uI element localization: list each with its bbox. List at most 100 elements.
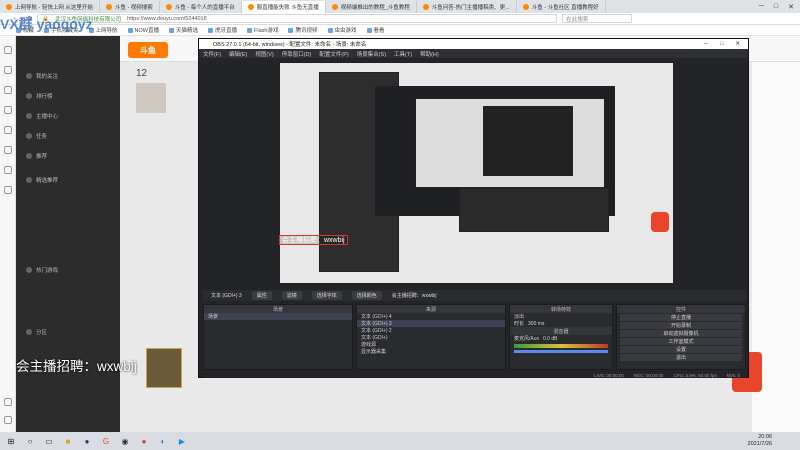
maximize-icon[interactable]: □ [720, 41, 723, 47]
nav-item[interactable]: 任务 [26, 130, 110, 142]
video-app-icon[interactable]: ▶ [175, 434, 189, 448]
transition-duration[interactable]: 时长 300 ms [510, 320, 612, 328]
close-icon[interactable]: ✕ [788, 3, 794, 11]
nav-item[interactable]: 推荐 [26, 150, 110, 162]
browser-tab[interactable]: 斗鱼 - 视频搜索 [100, 0, 160, 13]
history-icon[interactable] [4, 66, 12, 74]
tab-label: 服直播能失败 斗鱼无直播 [256, 4, 319, 11]
menu-file[interactable]: 文件(F) [203, 50, 221, 58]
nav-icon [26, 73, 32, 79]
stop-streaming-button[interactable]: 停止直播 [620, 314, 742, 321]
exit-button[interactable]: 退出 [620, 354, 742, 361]
minimize-icon[interactable]: ─ [759, 3, 764, 11]
windows-start-icon[interactable]: ⊞ [4, 434, 18, 448]
browser-icon[interactable]: ◐ [156, 434, 170, 448]
volume-slider[interactable] [514, 350, 608, 353]
toolbar-caption-field[interactable]: 会主播招聘：wxwbij [392, 292, 437, 299]
menu-profile[interactable]: 配置文件(P) [319, 50, 348, 58]
source-item[interactable]: 显示器采集 [357, 348, 505, 355]
browser-tab[interactable]: 斗鱼 - 每个人的直播平台 [160, 0, 242, 13]
menu-help[interactable]: 帮助(H) [420, 50, 439, 58]
source-item[interactable]: 文本 (GDI+) [357, 334, 505, 341]
menu-view[interactable]: 视图(V) [255, 50, 273, 58]
font-button[interactable]: 选择字体 [311, 291, 342, 300]
douyu-logo[interactable]: 斗鱼 [128, 42, 168, 58]
bookmark[interactable]: 上网导航 [89, 26, 118, 34]
properties-button[interactable]: 属性 [251, 291, 272, 300]
note-icon[interactable] [4, 186, 12, 194]
search-icon[interactable]: ○ [23, 434, 37, 448]
nav-item[interactable]: 分区 [26, 326, 110, 338]
source-item[interactable]: 游戏源 [357, 341, 505, 348]
bookmark[interactable]: 天猫精选 [169, 26, 198, 34]
url-field[interactable]: 🔒 武汉斗鱼网络科技有限公司 https://www.douyu.com/524… [37, 14, 558, 23]
transition-type-select[interactable]: 淡出 [510, 313, 612, 320]
favicon-icon [165, 3, 172, 10]
tab-label: 上网导航 - 轻快上网 从这里开始 [15, 4, 93, 11]
nav-item[interactable]: 主播中心 [26, 110, 110, 122]
nav-item[interactable]: 精选推荐 [26, 174, 110, 186]
browser-tab[interactable]: 斗鱼 - 斗鱼社区 直播教程好 [517, 0, 606, 13]
bookmark[interactable]: 看看 [367, 26, 385, 34]
start-recording-button[interactable]: 开始录制 [620, 322, 742, 329]
transitions-dock: 转场特效 淡出 时长 300 ms 混音器 麦克风/Aux 0.0 dB [509, 304, 613, 370]
streamer-thumbnail[interactable] [146, 348, 182, 388]
obs-icon[interactable]: ◉ [118, 434, 132, 448]
favicon-icon [105, 3, 112, 10]
system-clock[interactable]: 20:06 2021/7/26 [748, 434, 800, 448]
shop-icon[interactable] [4, 166, 12, 174]
tab-label: 斗鱼 - 视频搜索 [114, 4, 153, 11]
maximize-icon[interactable]: □ [774, 3, 778, 11]
game-icon[interactable] [4, 106, 12, 114]
source-item[interactable]: 文本 (GDI+) 4 [357, 313, 505, 320]
bookmark[interactable]: 虎牙直播 [208, 26, 237, 34]
chat-icon[interactable] [4, 146, 12, 154]
preview-canvas[interactable] [279, 62, 674, 284]
download-icon[interactable] [4, 86, 12, 94]
nav-item[interactable]: 热门游戏 [26, 264, 110, 276]
menu-tools[interactable]: 工具(T) [394, 50, 412, 58]
douyu-app-icon[interactable]: ● [137, 434, 151, 448]
virtual-camera-button[interactable]: 启动虚拟摄像机 [620, 330, 742, 337]
obs-statusbar: LIVE: 00:00:00 REC: 00:00:00 CPU: 3.9%, … [203, 372, 746, 378]
source-item[interactable]: 文本 (GDI+) 3 [357, 320, 505, 327]
scene-item[interactable]: 场景 [204, 313, 352, 320]
streamer-avatar[interactable] [136, 83, 166, 113]
transitions-dock-title: 转场特效 [510, 305, 612, 313]
add-icon[interactable] [4, 398, 12, 406]
filters-button[interactable]: 滤镜 [281, 291, 302, 300]
source-item[interactable]: 文本 (GDI+) 2 [357, 327, 505, 334]
color-button[interactable]: 选择颜色 [351, 291, 382, 300]
scenes-dock: 场景 场景 [203, 304, 353, 370]
file-explorer-icon[interactable]: ■ [61, 434, 75, 448]
mixer-track: 麦克风/Aux 0.0 dB [514, 335, 558, 343]
close-icon[interactable]: ✕ [735, 41, 740, 47]
search-input[interactable]: 在此搜索 [562, 14, 633, 23]
task-view-icon[interactable]: ▭ [42, 434, 56, 448]
studio-mode-button[interactable]: 工作室模式 [620, 338, 742, 345]
settings-icon[interactable] [4, 416, 12, 424]
bookmark[interactable]: NOW直播 [128, 26, 159, 34]
browser-tab-active[interactable]: 服直播能失败 斗鱼无直播 [241, 0, 326, 13]
browser-tab[interactable]: 上网导航 - 轻快上网 从这里开始 [0, 0, 100, 13]
bookmark[interactable]: 虫虫游戏 [328, 26, 357, 34]
clock-time: 20:06 [758, 434, 772, 440]
menu-edit[interactable]: 编辑(E) [229, 50, 247, 58]
minimize-icon[interactable]: ─ [704, 41, 708, 47]
bookmark[interactable]: 腾讯视频 [288, 26, 317, 34]
sources-dock-title: 来源 [357, 305, 505, 313]
nav-item[interactable]: 我的关注 [26, 70, 110, 82]
preview-caption[interactable]: 会主播招聘：wxwbij [279, 235, 348, 245]
menu-scene-collection[interactable]: 场景集合(S) [357, 50, 386, 58]
browser-tab[interactable]: 视频端推出的教程_斗鱼教程 [326, 0, 417, 13]
steam-icon[interactable]: ● [80, 434, 94, 448]
game-launcher-icon[interactable]: G [99, 434, 113, 448]
settings-button[interactable]: 设置 [620, 346, 742, 353]
bookmark[interactable]: Flash游戏 [247, 26, 278, 34]
cpu-usage: CPU: 3.9%, 60.00 fps [673, 372, 717, 378]
browser-tab[interactable]: 斗鱼问答-热门主播播稿类、更... [417, 0, 517, 13]
menu-docks[interactable]: 停靠窗口(D) [282, 50, 312, 58]
favorites-icon[interactable] [4, 46, 12, 54]
mail-icon[interactable] [4, 126, 12, 134]
nav-item[interactable]: 排行榜 [26, 90, 110, 102]
